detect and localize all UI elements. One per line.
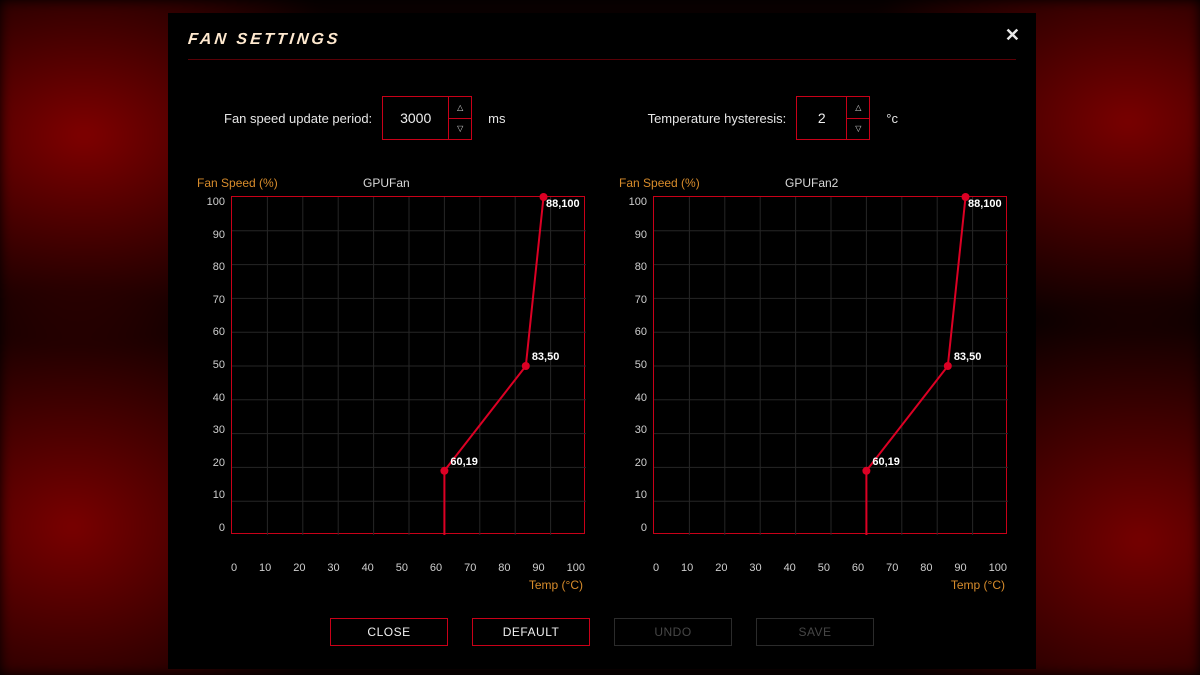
fan-curve-chart-1: Fan Speed (%) GPUFan2 100908070605040302…	[619, 176, 1007, 592]
chevron-up-icon[interactable]: △	[449, 97, 471, 119]
chart-name: GPUFan2	[739, 176, 1007, 190]
chevron-down-icon[interactable]: ▽	[847, 119, 869, 140]
close-icon[interactable]: ✕	[1005, 25, 1020, 46]
dialog-title: FAN SETTINGS	[187, 31, 1017, 49]
update-period-stepper[interactable]: 3000 △ ▽	[382, 96, 472, 140]
fan-curve-chart-0: Fan Speed (%) GPUFan 1009080706050403020…	[197, 176, 585, 592]
button-bar: CLOSE DEFAULT UNDO SAVE	[188, 618, 1016, 646]
default-button[interactable]: DEFAULT	[472, 618, 590, 646]
hysteresis-spin: △ ▽	[847, 97, 869, 139]
y-ticks: 1009080706050403020100	[197, 196, 231, 534]
svg-text:83,50: 83,50	[532, 351, 560, 363]
y-ticks: 1009080706050403020100	[619, 196, 653, 534]
y-axis-label: Fan Speed (%)	[197, 176, 317, 190]
svg-text:60,19: 60,19	[872, 456, 900, 468]
update-period-label: Fan speed update period:	[224, 111, 372, 126]
hysteresis-stepper[interactable]: 2 △ ▽	[796, 96, 870, 140]
svg-text:88,100: 88,100	[968, 198, 1002, 210]
x-ticks: 0102030405060708090100	[653, 562, 1007, 574]
update-period-spin: △ ▽	[449, 97, 471, 139]
chart-name: GPUFan	[317, 176, 585, 190]
svg-text:88,100: 88,100	[546, 198, 580, 210]
update-period-value[interactable]: 3000	[383, 97, 449, 139]
fan-curve-plot[interactable]: 60,19 83,50 88,100	[231, 196, 585, 534]
x-axis-label: Temp (°C)	[197, 578, 583, 592]
hysteresis-field: Temperature hysteresis: 2 △ ▽ °c	[648, 96, 898, 140]
undo-button: UNDO	[614, 618, 732, 646]
chevron-up-icon[interactable]: △	[847, 97, 869, 119]
hysteresis-label: Temperature hysteresis:	[648, 111, 787, 126]
svg-text:60,19: 60,19	[450, 456, 478, 468]
y-axis-label: Fan Speed (%)	[619, 176, 739, 190]
update-period-field: Fan speed update period: 3000 △ ▽ ms	[224, 96, 506, 140]
update-period-unit: ms	[488, 111, 505, 126]
fan-settings-dialog: FAN SETTINGS ✕ Fan speed update period: …	[168, 13, 1036, 669]
svg-text:83,50: 83,50	[954, 351, 982, 363]
fan-curve-plot[interactable]: 60,19 83,50 88,100	[653, 196, 1007, 534]
x-axis-label: Temp (°C)	[619, 578, 1005, 592]
charts-container: Fan Speed (%) GPUFan 1009080706050403020…	[188, 176, 1016, 592]
save-button: SAVE	[756, 618, 874, 646]
hysteresis-unit: °c	[886, 111, 898, 126]
hysteresis-value[interactable]: 2	[797, 97, 847, 139]
chevron-down-icon[interactable]: ▽	[449, 119, 471, 140]
title-divider	[188, 59, 1016, 60]
x-ticks: 0102030405060708090100	[231, 562, 585, 574]
settings-row: Fan speed update period: 3000 △ ▽ ms Tem…	[188, 96, 1016, 140]
close-button[interactable]: CLOSE	[330, 618, 448, 646]
